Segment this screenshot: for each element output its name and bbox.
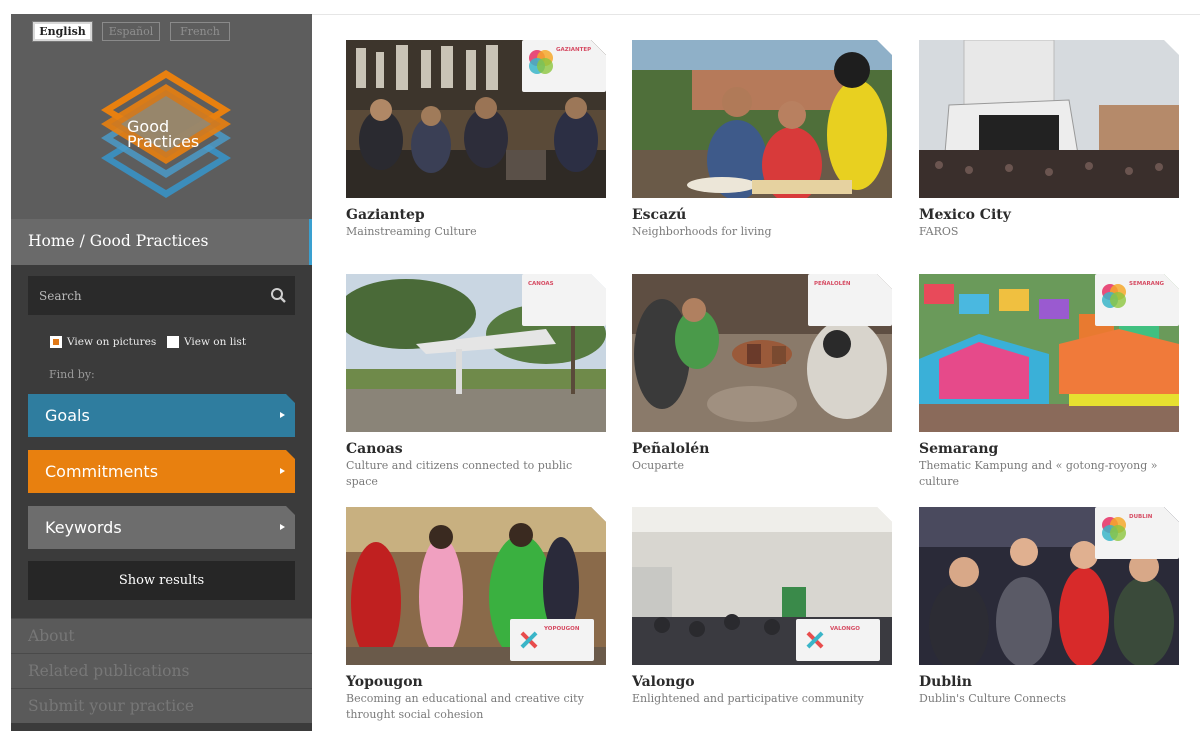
commitments-arrow-icon [280,468,285,474]
award-badge-city: VALONGO [830,626,860,632]
award-badge: PEÑALOLÉN [808,274,892,326]
card-city[interactable]: Semarang [919,441,1179,458]
award-badge: VALONGO [796,619,880,661]
award-badge: SEMARANG [1095,274,1179,326]
card-image[interactable]: CANOAS [346,274,606,432]
award-badge-city: YOPOUGON [544,626,580,632]
practice-card-valongo[interactable]: VALONGO Valongo Enlightened and particip… [632,507,892,707]
logo-area: English Español French Good Practices [11,14,312,219]
card-city[interactable]: Gaziantep [346,207,606,224]
breadcrumb-accent [309,219,312,265]
logo-text-practices: Practices [127,132,200,151]
submit-practice-label: Submit your practice [28,697,195,715]
findby-label: Find by: [49,368,95,381]
view-list-option[interactable]: View on list [167,335,246,349]
card-description: Thematic Kampung and « gotong-royong » c… [919,459,1158,488]
search-icon[interactable] [270,287,287,304]
card-image[interactable]: VALONGO [632,507,892,665]
card-description: FAROS [919,225,959,238]
award-badge-city: CANOAS [528,281,554,287]
award-badge-city: GAZIANTEP [556,47,592,53]
view-pictures-checkbox[interactable] [50,336,62,348]
award-logo-icon [806,631,824,649]
practice-card-gaziantep[interactable]: GAZIANTEP Gaziantep Mainstreaming Cultur… [346,40,606,240]
submit-practice-link[interactable]: Submit your practice [11,688,312,723]
search-input[interactable] [28,276,258,315]
practice-card-penalolen[interactable]: PEÑALOLÉN Peñalolén Ocuparte [632,274,892,474]
card-image[interactable]: YOPOUGON [346,507,606,665]
goals-arrow-icon [280,412,285,418]
card-description: Ocuparte [632,459,685,472]
keywords-corner [286,506,295,515]
card-city[interactable]: Yopougon [346,674,606,691]
card-description: Becoming an educational and creative cit… [346,692,584,721]
practice-card-mexico-city[interactable]: Mexico City FAROS [919,40,1179,240]
lang-english[interactable]: English [32,21,93,42]
commitments-corner [286,450,295,459]
card-photo [919,40,1179,198]
view-pictures-label: View on pictures [67,336,157,348]
award-badge-city: SEMARANG [1129,281,1165,287]
goals-label: Goals [45,406,90,425]
award-badge-city: DUBLIN [1129,514,1153,520]
related-publications-link[interactable]: Related publications [11,653,312,688]
show-results-button[interactable]: Show results [28,561,295,600]
award-logo-icon [1102,284,1126,308]
practice-card-escazu[interactable]: Escazú Neighborhoods for living [632,40,892,240]
about-link[interactable]: About [11,618,312,653]
card-image[interactable] [919,40,1179,198]
keywords-arrow-icon [280,524,285,530]
view-list-checkbox[interactable] [167,336,179,348]
card-image[interactable]: SEMARANG [919,274,1179,432]
practice-card-yopougon[interactable]: YOPOUGON Yopougon Becoming an educationa… [346,507,606,723]
card-description: Neighborhoods for living [632,225,772,238]
breadcrumb[interactable]: Home / Good Practices [28,232,208,250]
award-logo-icon [1102,517,1126,541]
award-badge: YOPOUGON [510,619,594,661]
card-city[interactable]: Dublin [919,674,1179,691]
card-description: Mainstreaming Culture [346,225,477,238]
lang-french[interactable]: French [170,22,230,41]
award-badge: GAZIANTEP [522,40,606,92]
award-logo-icon [520,631,538,649]
keywords-label: Keywords [45,518,122,537]
card-image[interactable]: DUBLIN [919,507,1179,665]
card-city[interactable]: Canoas [346,441,606,458]
card-image[interactable]: PEÑALOLÉN [632,274,892,432]
related-publications-label: Related publications [28,662,190,680]
top-divider [312,14,1200,15]
card-description: Enlightened and participative community [632,692,864,705]
card-description: Culture and citizens connected to public… [346,459,573,488]
commitments-label: Commitments [45,462,159,481]
view-list-label: View on list [184,336,247,348]
goals-corner [286,394,295,403]
card-city[interactable]: Peñalolén [632,441,892,458]
card-image[interactable]: GAZIANTEP [346,40,606,198]
card-city[interactable]: Escazú [632,207,892,224]
award-badge-city: PEÑALOLÉN [814,281,851,287]
card-city[interactable]: Valongo [632,674,892,691]
view-pictures-option[interactable]: View on pictures [50,335,156,349]
card-description: Dublin's Culture Connects [919,692,1066,705]
lang-espanol[interactable]: Español [102,22,160,41]
breadcrumb-bar: Home / Good Practices [11,219,312,265]
search-box [28,276,295,315]
commitments-filter-button[interactable]: Commitments [28,450,295,493]
about-label: About [28,627,75,645]
keywords-filter-button[interactable]: Keywords [28,506,295,549]
award-badge: DUBLIN [1095,507,1179,559]
goals-filter-button[interactable]: Goals [28,394,295,437]
award-badge: CANOAS [522,274,606,326]
card-city[interactable]: Mexico City [919,207,1179,224]
card-image[interactable] [632,40,892,198]
practice-card-semarang[interactable]: SEMARANG Semarang Thematic Kampung and «… [919,274,1179,490]
award-logo-icon [529,50,553,74]
practice-card-canoas[interactable]: CANOAS Canoas Culture and citizens conne… [346,274,606,490]
card-photo [632,40,892,198]
practice-card-dublin[interactable]: DUBLIN Dublin Dublin's Culture Connects [919,507,1179,707]
sidebar: English Español French Good Practices Ho… [11,14,312,731]
